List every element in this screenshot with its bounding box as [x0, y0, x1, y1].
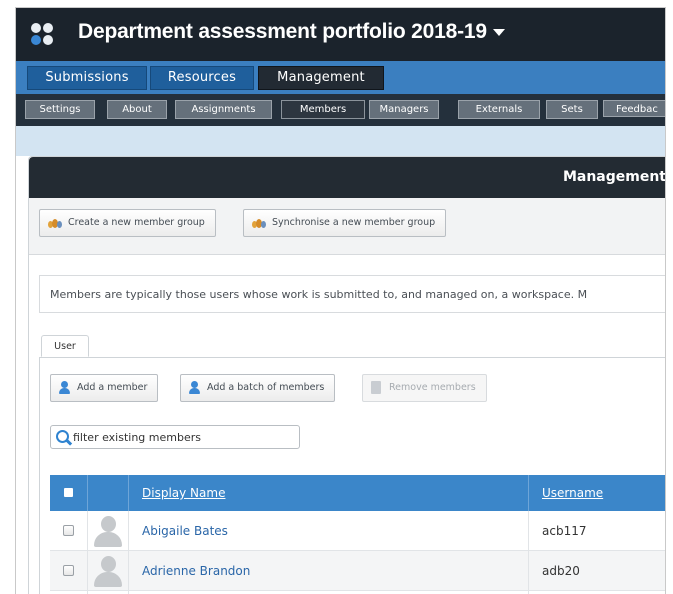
group-icon — [252, 219, 266, 228]
create-member-group-label: Create a new member group — [68, 217, 205, 228]
user-icon — [59, 381, 70, 394]
row-checkbox[interactable] — [63, 565, 74, 576]
row-checkbox[interactable] — [63, 525, 74, 536]
user-avatar-icon — [93, 515, 123, 547]
create-member-group-button[interactable]: Create a new member group — [39, 209, 216, 237]
filter-members-field — [50, 425, 300, 449]
synchronise-member-group-label: Synchronise a new member group — [272, 217, 436, 228]
header-band — [16, 126, 665, 156]
select-all-checkbox[interactable] — [64, 488, 73, 497]
table-row: Abigaile Bates acb117 — [50, 511, 665, 551]
subtab-settings[interactable]: Settings — [25, 100, 95, 119]
username-column-header[interactable]: Username — [528, 475, 665, 511]
member-group-toolbar: Create a new member group Synchronise a … — [29, 198, 665, 255]
member-display-name[interactable]: Adrienne Brandon — [128, 551, 528, 591]
subtab-sets[interactable]: Sets — [546, 100, 598, 119]
add-member-label: Add a member — [77, 382, 148, 393]
panel-title: Management — [562, 169, 665, 185]
tab-resources[interactable]: Resources — [150, 66, 254, 90]
member-display-name[interactable]: Abigaile Bates — [128, 511, 528, 551]
tab-user[interactable]: User — [41, 335, 89, 357]
subtab-externals[interactable]: Externals — [458, 100, 540, 119]
user-icon — [189, 381, 200, 394]
primary-nav: Submissions Resources Management — [16, 61, 665, 94]
app-window: Department assessment portfolio 2018-19 … — [16, 8, 665, 594]
trash-icon — [371, 381, 381, 394]
avatar — [87, 511, 128, 551]
subtab-about[interactable]: About — [107, 100, 167, 119]
add-batch-members-label: Add a batch of members — [207, 382, 325, 393]
member-type-tabs: User — [39, 335, 665, 358]
subtab-feedback[interactable]: Feedbac — [603, 100, 665, 117]
avatar — [87, 551, 128, 591]
tab-management[interactable]: Management — [258, 66, 384, 90]
tab-submissions[interactable]: Submissions — [27, 66, 147, 90]
subtab-members[interactable]: Members — [281, 100, 365, 119]
user-avatar-icon — [93, 555, 123, 587]
caret-down-icon — [492, 28, 505, 36]
add-member-button[interactable]: Add a member — [50, 374, 159, 402]
members-info-text: Members are typically those users whose … — [39, 275, 665, 313]
synchronise-member-group-button[interactable]: Synchronise a new member group — [243, 209, 447, 237]
subtab-managers[interactable]: Managers — [369, 100, 439, 119]
workspace-title[interactable]: Department assessment portfolio 2018-19 — [78, 20, 505, 44]
app-header: Department assessment portfolio 2018-19 — [16, 8, 665, 61]
add-batch-members-button[interactable]: Add a batch of members — [180, 374, 336, 402]
table-row: Adrienne Brandon adb20 — [50, 551, 665, 591]
search-icon — [56, 430, 69, 443]
management-panel: Management Create a new member group Syn… — [28, 156, 665, 594]
table-header: Display Name Username — [50, 475, 665, 511]
secondary-nav: Settings About Assignments Members Manag… — [16, 94, 665, 126]
subtab-assignments[interactable]: Assignments — [175, 100, 272, 119]
panel-header: Management — [29, 157, 665, 198]
remove-members-label: Remove members — [389, 382, 476, 393]
member-username: acb117 — [528, 511, 665, 551]
remove-members-button[interactable]: Remove members — [362, 374, 487, 402]
filter-members-input[interactable] — [73, 429, 293, 445]
user-tab-content: Add a member Add a batch of members Remo… — [39, 357, 665, 594]
group-icon — [48, 219, 62, 228]
app-logo-icon — [31, 23, 55, 47]
member-username: adb20 — [528, 551, 665, 591]
avatar-column-header — [87, 475, 128, 511]
display-name-column-header[interactable]: Display Name — [128, 475, 528, 511]
workspace-title-text: Department assessment portfolio 2018-19 — [78, 20, 487, 43]
